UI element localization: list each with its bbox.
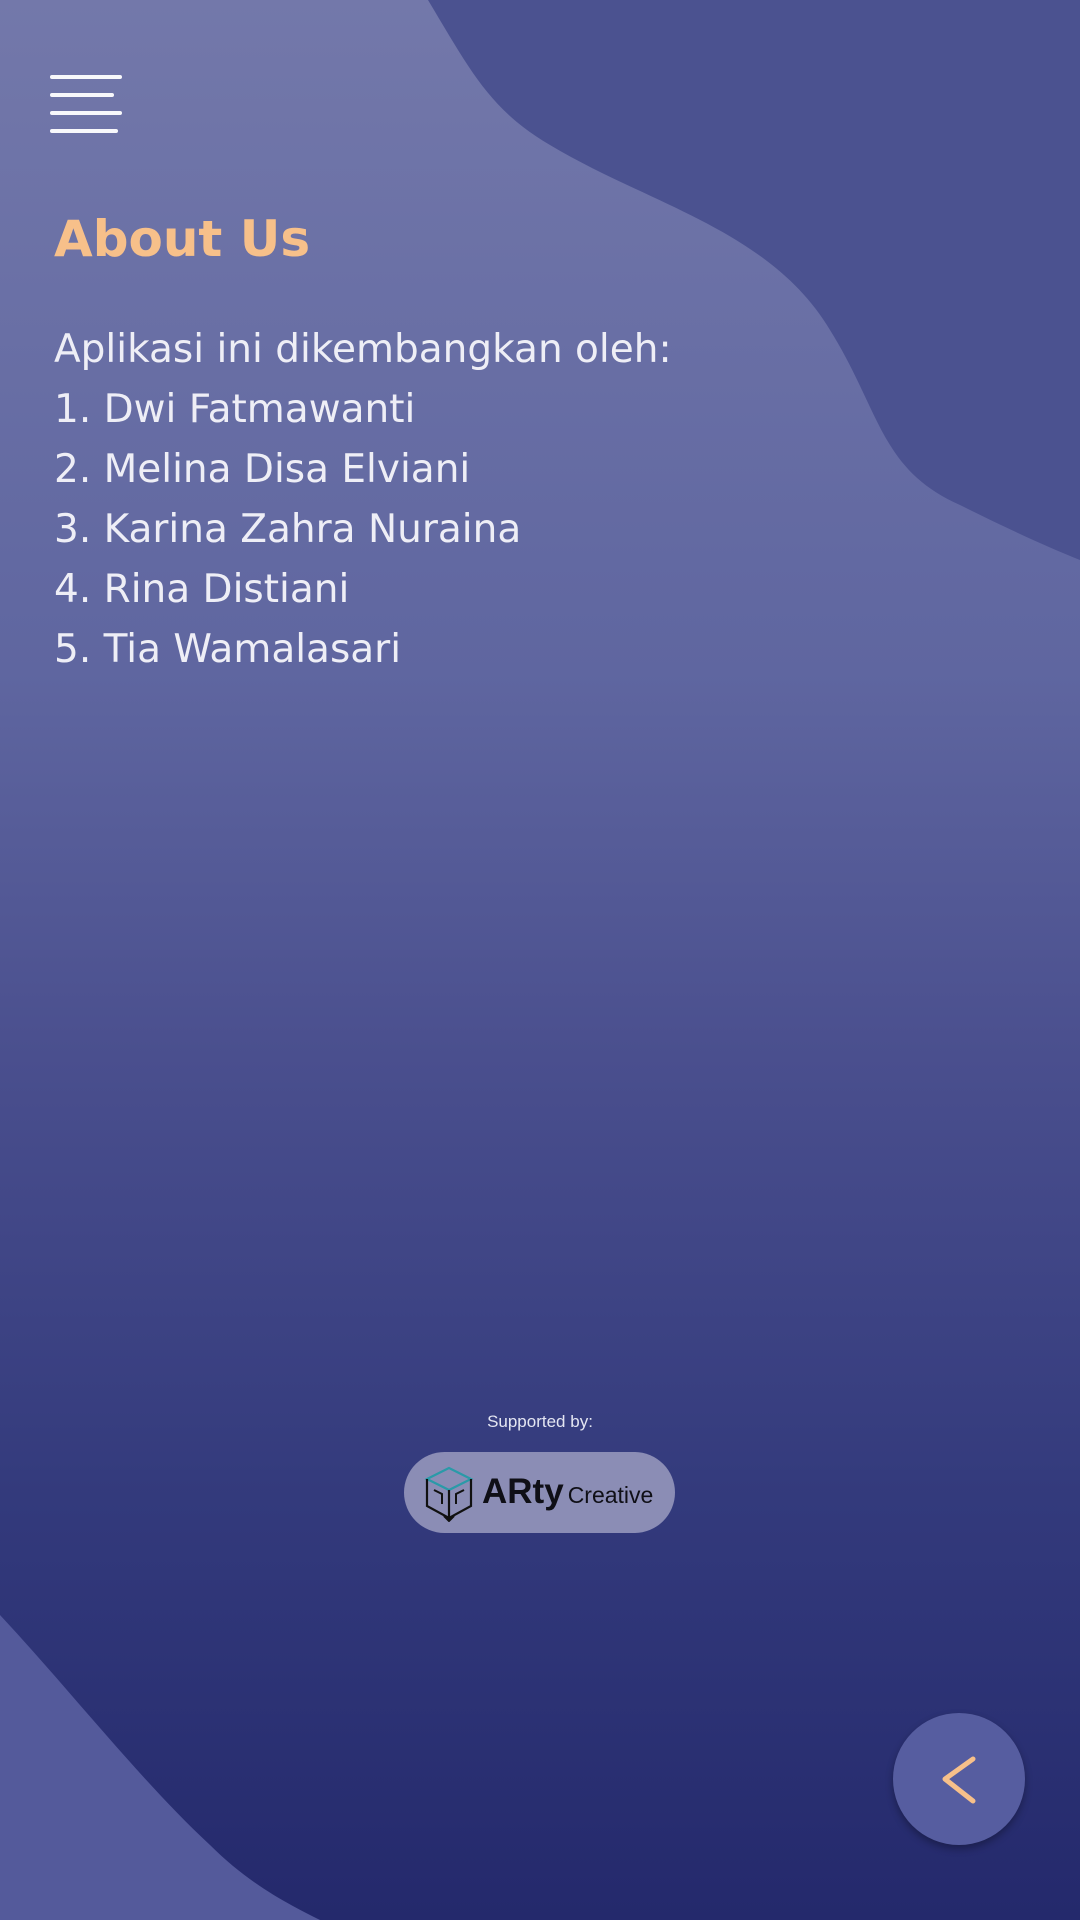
sponsor-name-main: ARty <box>482 1472 564 1511</box>
sponsor-logo: ARty Creative <box>404 1452 675 1533</box>
chevron-left-icon <box>942 1756 976 1804</box>
developer-item: 5. Tia Wamalasari <box>54 627 402 672</box>
back-button[interactable] <box>893 1713 1025 1845</box>
developer-item: 2. Melina Disa Elviani <box>54 447 471 492</box>
cube-logo-icon <box>424 1466 474 1522</box>
menu-icon-line <box>50 129 118 133</box>
menu-icon-line <box>50 75 122 79</box>
sponsor-wordmark: ARty Creative <box>482 1472 653 1512</box>
developer-item: 4. Rina Distiani <box>54 567 350 612</box>
developer-item: 1. Dwi Fatmawanti <box>54 387 416 432</box>
menu-icon-line <box>50 111 122 115</box>
menu-icon-line <box>50 93 114 97</box>
supported-by-label: Supported by: <box>487 1412 593 1431</box>
sponsor-name-sub: Creative <box>567 1482 654 1508</box>
developer-item: 3. Karina Zahra Nuraina <box>54 507 522 552</box>
page-title: About Us <box>54 210 311 268</box>
background-wave-shapes <box>0 0 1080 1920</box>
menu-button[interactable] <box>50 75 122 135</box>
about-content: Aplikasi ini dikembangkan oleh: 1. Dwi F… <box>54 320 672 680</box>
intro-text: Aplikasi ini dikembangkan oleh: <box>54 327 672 372</box>
